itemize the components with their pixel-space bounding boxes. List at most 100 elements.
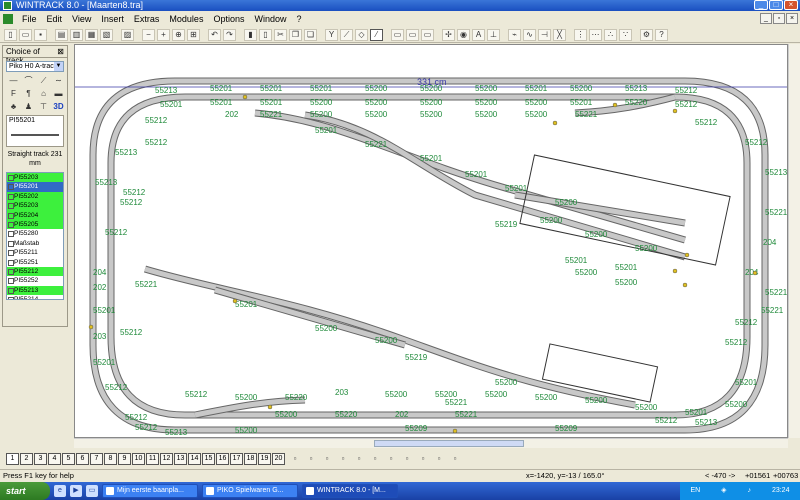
menu-edit[interactable]: Edit [42,14,68,24]
track-list-item[interactable]: PI55252 [7,276,63,285]
zoom-fit-icon[interactable]: ⊕ [172,28,185,41]
image-icon[interactable]: ▨ [121,28,134,41]
help-icon[interactable]: ? [655,28,668,41]
vertical-scrollbar[interactable] [788,44,800,438]
page-button[interactable]: 13 [174,453,187,465]
layer-2-icon[interactable]: ▭ [406,28,419,41]
panel-close-icon[interactable]: ⊠ [57,47,64,56]
menu-options[interactable]: Options [208,14,249,24]
close-button[interactable]: × [784,0,798,10]
page-button[interactable]: 10 [132,453,145,465]
nav-play-icon[interactable]: ▫ [369,453,381,465]
grid-3-icon[interactable]: ∴ [604,28,617,41]
save-icon[interactable]: ▪ [34,28,47,41]
layout-canvas[interactable]: 331 cm 55213 55201 55201 55201 55200 55200 5520… [74,44,788,438]
menu-window[interactable]: Window [249,14,291,24]
signal-icon[interactable]: ◉ [457,28,470,41]
scroll-thumb[interactable] [374,440,524,447]
track-list-item[interactable]: PI55202 [7,191,63,202]
maximize-button[interactable]: □ [769,0,783,10]
grid-2-icon[interactable]: ⋯ [589,28,602,41]
menu-view[interactable]: View [67,14,96,24]
layer-3-icon[interactable]: ▭ [421,28,434,41]
track-list-item[interactable]: PI55205 [7,219,63,230]
task-word[interactable]: Mijn eerste baanpla... [102,484,198,498]
menu-help[interactable]: ? [292,14,307,24]
page-button[interactable]: 11 [146,453,159,465]
minimize-button[interactable]: _ [754,0,768,10]
measure-icon[interactable]: ⊥ [487,28,500,41]
track-list-item[interactable]: PI55214 [7,295,63,299]
mirror-icon[interactable]: ◇ [355,28,368,41]
tree-icon[interactable]: ♣ [7,101,20,112]
doc-minimize-button[interactable]: _ [760,13,772,24]
turnout-track-icon[interactable]: ⟋ [37,75,50,86]
menu-extras[interactable]: Extras [129,14,165,24]
3d-icon[interactable]: 3D [52,101,65,112]
page-button[interactable]: 9 [118,453,131,465]
text-icon[interactable]: A [472,28,485,41]
new-file-icon[interactable]: ▯ [4,28,17,41]
building-icon[interactable]: ⌂ [37,88,50,99]
track-list[interactable]: PI55203 PI55201 PI55202 PI55203 PI55204 PI552… [6,172,64,300]
zoom-out-icon[interactable]: − [142,28,155,41]
lamp-icon[interactable]: ⊤ [37,101,50,112]
page-button[interactable]: 1 [6,453,19,465]
zoom-window-icon[interactable]: ⊞ [187,28,200,41]
print-setup-icon[interactable]: ▥ [70,28,83,41]
page-button[interactable]: 18 [244,453,257,465]
track-end-icon[interactable]: ⊣ [538,28,551,41]
signal-track-icon[interactable]: ¶ [22,88,35,99]
track-list-item[interactable]: PI55211 [7,248,63,257]
page-button[interactable]: 16 [216,453,229,465]
page-button[interactable]: 7 [90,453,103,465]
page-button[interactable]: 15 [202,453,215,465]
eraser-icon[interactable]: ▫ [321,453,333,465]
page-button[interactable]: 4 [48,453,61,465]
undo-icon[interactable]: ↶ [208,28,221,41]
zoom-in-icon[interactable]: + [157,28,170,41]
page-button[interactable]: 19 [258,453,271,465]
doc-restore-button[interactable]: ▫ [773,13,785,24]
track-layout[interactable]: 331 cm55213 55201 55201 55201 55200 55200 5520… [75,45,788,438]
paste-icon[interactable]: ❏ [304,28,317,41]
settings-icon[interactable]: ⚙ [640,28,653,41]
page-button[interactable]: 12 [160,453,173,465]
nav-record-icon[interactable]: ▫ [433,453,445,465]
print-icon[interactable]: ▦ [85,28,98,41]
flex-track-icon[interactable]: ∼ [52,75,65,86]
page-button[interactable]: 17 [230,453,243,465]
menu-file[interactable]: File [17,14,42,24]
nav-first-icon[interactable]: ▫ [337,453,349,465]
connect-icon[interactable]: ⌁ [508,28,521,41]
straight-track-icon[interactable]: ― [7,75,20,86]
start-button[interactable]: start [0,482,50,500]
media-icon[interactable]: ▶ [70,485,82,497]
font-icon[interactable]: F [7,88,20,99]
track-list-item[interactable]: PI55212 [7,266,63,277]
track-list-item[interactable]: PI55204 [7,210,63,220]
train-icon[interactable]: ▫ [305,453,317,465]
track-join-icon[interactable]: ⟋ [340,28,353,41]
network-icon[interactable]: ◈ [721,482,726,500]
browser-icon[interactable]: e [54,485,66,497]
flex-track-icon[interactable]: ∿ [523,28,536,41]
page-button[interactable]: 14 [188,453,201,465]
track-list-item[interactable]: PI55203 [7,201,63,211]
delete-icon[interactable]: ▮ [244,28,257,41]
nav-end-icon[interactable]: ▫ [449,453,461,465]
redo-icon[interactable]: ↷ [223,28,236,41]
track-list-item[interactable]: PI55280 [7,229,63,238]
track-list-item[interactable]: PI55201 [7,182,63,192]
turnout-icon[interactable]: Y [325,28,338,41]
curve-track-icon[interactable]: ⌒ [22,75,35,86]
language-indicator[interactable]: EN [690,482,700,500]
draw-track-icon[interactable]: ⁄ [370,28,383,41]
open-file-icon[interactable]: ▭ [19,28,32,41]
page-button[interactable]: 3 [34,453,47,465]
nav-last-icon[interactable]: ▫ [401,453,413,465]
task-browser[interactable]: PIKO Spielwaren G... [202,484,298,498]
document-icon[interactable] [3,14,13,24]
track-list-item[interactable]: PI55251 [7,258,63,267]
track-list-item[interactable]: Maßstab [7,239,63,248]
